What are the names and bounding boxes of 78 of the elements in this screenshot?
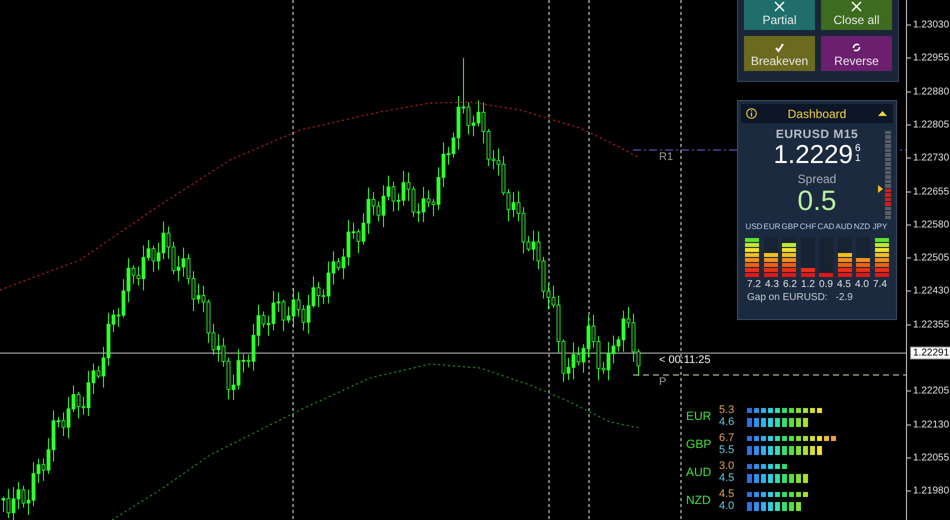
strength-value: 5.3 bbox=[719, 404, 736, 416]
price-label: 1.22655 bbox=[913, 186, 950, 197]
currency-code: CAD bbox=[817, 222, 835, 231]
strength-value: 4.5 bbox=[719, 472, 736, 484]
trade-button[interactable]: Breakeven bbox=[744, 36, 815, 71]
price-label: 1.22430 bbox=[913, 286, 950, 297]
strength-bar bbox=[764, 253, 778, 277]
close-icon bbox=[851, 1, 862, 12]
info-icon[interactable] bbox=[746, 108, 757, 119]
strength-value: 4.0 bbox=[719, 500, 736, 512]
price-value: 1.2229 bbox=[773, 140, 853, 168]
price-label: 1.22130 bbox=[913, 419, 950, 430]
current-price-label: 1.22291 bbox=[910, 346, 950, 360]
check-icon bbox=[774, 42, 785, 53]
trade-button[interactable]: Close all bbox=[821, 0, 892, 30]
strength-value: 7.4 bbox=[872, 279, 888, 290]
price-label: 1.22355 bbox=[913, 319, 950, 330]
strength-bar bbox=[819, 273, 834, 277]
currency-code: GBP bbox=[781, 222, 799, 231]
level-label: P bbox=[659, 376, 666, 388]
currency-code: JPY bbox=[872, 222, 888, 231]
price-label: 1.22730 bbox=[913, 152, 950, 164]
price-label: 1.21980 bbox=[913, 486, 950, 497]
strength-bar bbox=[838, 253, 852, 277]
strength-bar bbox=[782, 243, 796, 277]
price-label: 1.22055 bbox=[913, 452, 950, 464]
currency-label: AUD bbox=[686, 465, 712, 479]
spread-value: 0.5 bbox=[798, 186, 836, 216]
strength-value: 3.0 bbox=[719, 460, 736, 472]
symbol-label: EURUSD M15 bbox=[776, 127, 858, 141]
price-label: 1.22505 bbox=[913, 252, 950, 264]
strength-value: 6.7 bbox=[719, 432, 736, 444]
meter-pointer-icon bbox=[878, 185, 883, 193]
currency-code: CHF bbox=[799, 222, 817, 231]
strength-value: 4.5 bbox=[719, 488, 736, 500]
price-label: 1.22805 bbox=[913, 119, 950, 130]
currency-code: AUD bbox=[835, 222, 853, 231]
currency-code: NZD bbox=[853, 222, 871, 231]
strength-value: 4.6 bbox=[719, 416, 736, 428]
trade-button[interactable]: Partial bbox=[744, 0, 815, 30]
price-digit: 6 bbox=[854, 144, 861, 154]
strength-value: 4.5 bbox=[836, 279, 852, 290]
strength-bar bbox=[856, 258, 870, 277]
currency-label: NZD bbox=[686, 493, 712, 507]
gap-label: Gap on EURUSD: bbox=[747, 292, 828, 303]
strength-bar bbox=[745, 238, 759, 277]
currency-code: USD bbox=[745, 222, 763, 231]
price-label: 1.22205 bbox=[913, 386, 950, 397]
strength-value: 4.3 bbox=[764, 279, 780, 290]
strength-value: 0.9 bbox=[818, 279, 834, 290]
strength-bar bbox=[747, 464, 787, 468]
spread-label: Spread bbox=[798, 172, 836, 186]
strength-value: 7.2 bbox=[746, 279, 762, 290]
price-label: 1.22880 bbox=[913, 86, 950, 98]
currency-code: EUR bbox=[763, 222, 781, 231]
gap-value: -2.9 bbox=[836, 292, 853, 303]
price-label: 1.22955 bbox=[913, 52, 950, 64]
price-label: 1.23030 bbox=[913, 20, 950, 30]
strength-bar bbox=[747, 502, 801, 510]
strength-value: 4.0 bbox=[854, 279, 870, 290]
currency-label: EUR bbox=[686, 409, 712, 423]
currency-label: GBP bbox=[686, 437, 712, 451]
refresh-icon bbox=[851, 42, 862, 53]
strength-bar bbox=[747, 418, 808, 426]
level-label: R1 bbox=[659, 151, 674, 163]
strength-bar bbox=[747, 492, 808, 496]
dashboard-title: Dashboard bbox=[788, 106, 846, 120]
strength-value: 1.2 bbox=[800, 279, 816, 290]
trade-button[interactable]: Reverse bbox=[821, 36, 892, 71]
strength-value: 5.5 bbox=[719, 444, 736, 456]
strength-bar bbox=[874, 238, 889, 277]
countdown-text: < 00:11:25 bbox=[659, 354, 710, 366]
strength-value: 6.2 bbox=[782, 279, 798, 290]
strength-bar bbox=[800, 268, 815, 277]
strength-bar bbox=[747, 474, 808, 482]
price-label: 1.22580 bbox=[913, 219, 950, 230]
close-icon bbox=[774, 1, 785, 12]
price-digit: 1 bbox=[854, 154, 861, 164]
